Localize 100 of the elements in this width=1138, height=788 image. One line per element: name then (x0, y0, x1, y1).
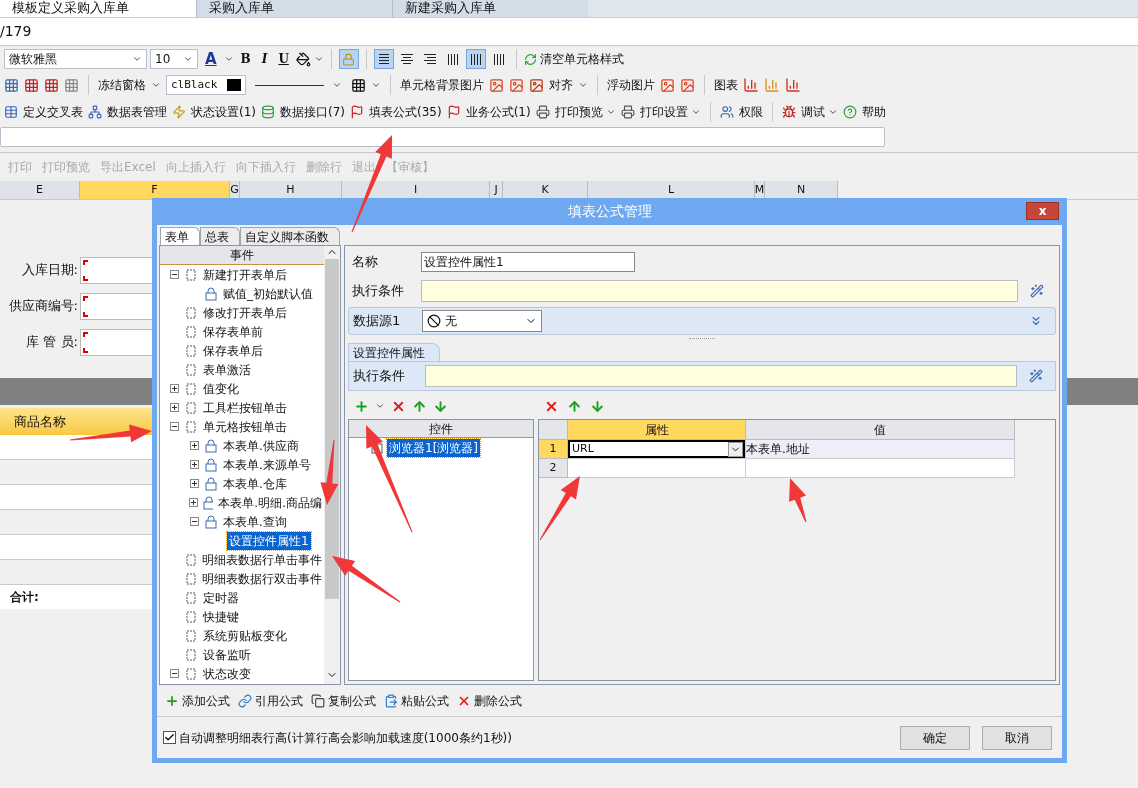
column-header[interactable]: K (503, 181, 588, 199)
property-cell[interactable]: URL (568, 440, 746, 459)
move-up-icon[interactable] (412, 398, 427, 414)
browser-tab[interactable]: 模板定义采购入库单 (0, 0, 196, 17)
formula-action-button[interactable]: 粘贴公式 (401, 691, 449, 710)
control-item[interactable]: 浏览器1[浏览器] (387, 438, 480, 457)
wand-icon[interactable] (1030, 284, 1044, 298)
column-header[interactable]: F (80, 181, 230, 199)
auto-height-checkbox[interactable] (163, 731, 176, 744)
dialog-tab[interactable]: 表单 (160, 227, 200, 245)
close-button[interactable]: x (1026, 202, 1059, 220)
tree-item[interactable]: 状态改变 (201, 664, 253, 683)
cell-background-button[interactable]: 单元格背景图片 (400, 76, 484, 94)
dialog-button[interactable]: 确定 (900, 725, 970, 750)
column-header[interactable]: H (240, 181, 342, 199)
move-up-icon[interactable] (567, 398, 582, 414)
tree-item[interactable]: 单元格按钮单击 (201, 417, 289, 436)
toolbar-button[interactable]: 打印设置 (639, 103, 701, 121)
image-remove-icon[interactable] (680, 77, 695, 93)
dialog-tab[interactable]: 总表 (200, 227, 240, 245)
underline-button[interactable]: U (274, 50, 293, 68)
move-down-icon[interactable] (590, 398, 605, 414)
tree-item[interactable]: 本表单.明细.商品编 (216, 493, 324, 512)
float-image-button[interactable]: 浮动图片 (607, 76, 655, 94)
scrollbar[interactable] (324, 246, 340, 684)
toolbar-button[interactable]: 状态设置(1) (191, 103, 256, 121)
grid-icon[interactable] (4, 77, 19, 93)
bold-button[interactable]: B (236, 50, 255, 68)
tree-item[interactable]: 本表单.供应商 (221, 436, 301, 455)
grid-icon[interactable] (64, 77, 79, 93)
bar-chart-icon[interactable] (785, 77, 801, 93)
action-tab[interactable]: 设置控件属性 (348, 343, 440, 361)
move-down-icon[interactable] (433, 398, 448, 414)
tree-item[interactable]: 快捷键 (201, 607, 241, 626)
border-icon[interactable] (351, 77, 366, 93)
align-button[interactable] (373, 49, 394, 69)
tree-item[interactable]: 本表单.查询 (221, 512, 289, 531)
tree-item[interactable]: 新建打开表单后 (201, 265, 289, 284)
font-select[interactable]: 微软雅黑 (4, 49, 147, 69)
browser-tab[interactable]: 采购入库单 (196, 0, 392, 17)
property-cell[interactable] (568, 459, 746, 478)
toolbar-button[interactable]: 帮助 (861, 103, 886, 121)
tree-item[interactable]: 设置控件属性1 (227, 531, 311, 550)
tree-item[interactable]: 修改打开表单后 (201, 303, 289, 322)
expand-toggle[interactable] (170, 384, 179, 393)
tree-item[interactable]: 明细表数据行双击事件 (200, 569, 324, 588)
toolbar-button[interactable]: 数据表管理 (107, 103, 167, 121)
image-add-icon[interactable] (660, 77, 675, 93)
image-remove-icon[interactable] (509, 77, 524, 93)
font-color-button[interactable]: A (201, 47, 221, 71)
tree-item[interactable]: 赋值_初始默认值 (221, 284, 315, 303)
italic-button[interactable]: I (257, 50, 272, 68)
expand-icon[interactable] (1029, 314, 1043, 328)
collapse-toggle[interactable] (170, 270, 179, 279)
formula-action-button[interactable]: 复制公式 (328, 691, 376, 710)
toolbar-button[interactable]: 填表公式(35) (369, 103, 442, 121)
tree-item[interactable]: 系统剪贴板变化 (201, 626, 289, 645)
collapse-toggle[interactable] (190, 517, 199, 526)
dialog-tab[interactable]: 自定义脚本函数 (240, 227, 340, 245)
toolbar-button[interactable]: 调试 (800, 103, 838, 121)
expand-toggle[interactable] (188, 498, 198, 507)
dialog-button[interactable]: 取消 (982, 725, 1052, 750)
formula-input[interactable] (0, 127, 885, 147)
toolbar-button[interactable]: 数据接口(7) (280, 103, 345, 121)
expand-toggle[interactable] (190, 479, 199, 488)
grid-column-header[interactable]: 属性 (568, 420, 746, 440)
name-input[interactable]: 设置控件属性1 (421, 252, 635, 272)
size-select[interactable]: 10 (150, 49, 198, 69)
formula-action-button[interactable]: 删除公式 (474, 691, 522, 710)
add-icon[interactable] (354, 398, 369, 414)
value-cell[interactable]: 本表单.地址 (746, 440, 1015, 459)
browser-tab[interactable]: 新建采购入库单 (392, 0, 588, 17)
bar-chart-icon[interactable] (764, 77, 780, 93)
tree-item[interactable]: 值变化 (201, 379, 241, 398)
toolbar-button[interactable]: 定义交叉表 (23, 103, 83, 121)
tree-item[interactable]: 本表单.仓库 (221, 474, 289, 493)
distribute-button[interactable] (465, 49, 486, 69)
tree-item[interactable]: 保存表单前 (201, 322, 265, 341)
tree-item[interactable]: 定时器 (201, 588, 241, 607)
toolbar-button[interactable]: 打印预览 (554, 103, 616, 121)
formula-action-button[interactable]: 引用公式 (255, 691, 303, 710)
clear-style-button[interactable]: 清空单元格样式 (539, 50, 624, 68)
formula-action-button[interactable]: 添加公式 (182, 691, 230, 710)
column-header[interactable]: J (490, 181, 503, 199)
toolbar-button[interactable]: 权限 (738, 103, 763, 121)
grid-column-header[interactable]: 值 (746, 420, 1015, 440)
expand-toggle[interactable] (170, 403, 179, 412)
tree-item[interactable]: 表单激活 (201, 360, 253, 379)
grid-icon[interactable] (24, 77, 39, 93)
color-select[interactable]: clBlack (166, 75, 246, 95)
freeze-panes-button[interactable]: 冻结窗格 (98, 76, 146, 94)
lock-button[interactable] (338, 49, 359, 69)
fill-color-button[interactable] (295, 51, 311, 67)
collapse-toggle[interactable] (170, 669, 179, 678)
collapse-toggle[interactable] (170, 422, 179, 431)
chart-button[interactable]: 图表 (714, 76, 738, 94)
datasource-select[interactable]: 无 (422, 310, 542, 332)
condition-input[interactable] (421, 280, 1018, 302)
align-menu-button[interactable]: 对齐 (549, 76, 573, 94)
column-header[interactable]: E (0, 181, 80, 199)
